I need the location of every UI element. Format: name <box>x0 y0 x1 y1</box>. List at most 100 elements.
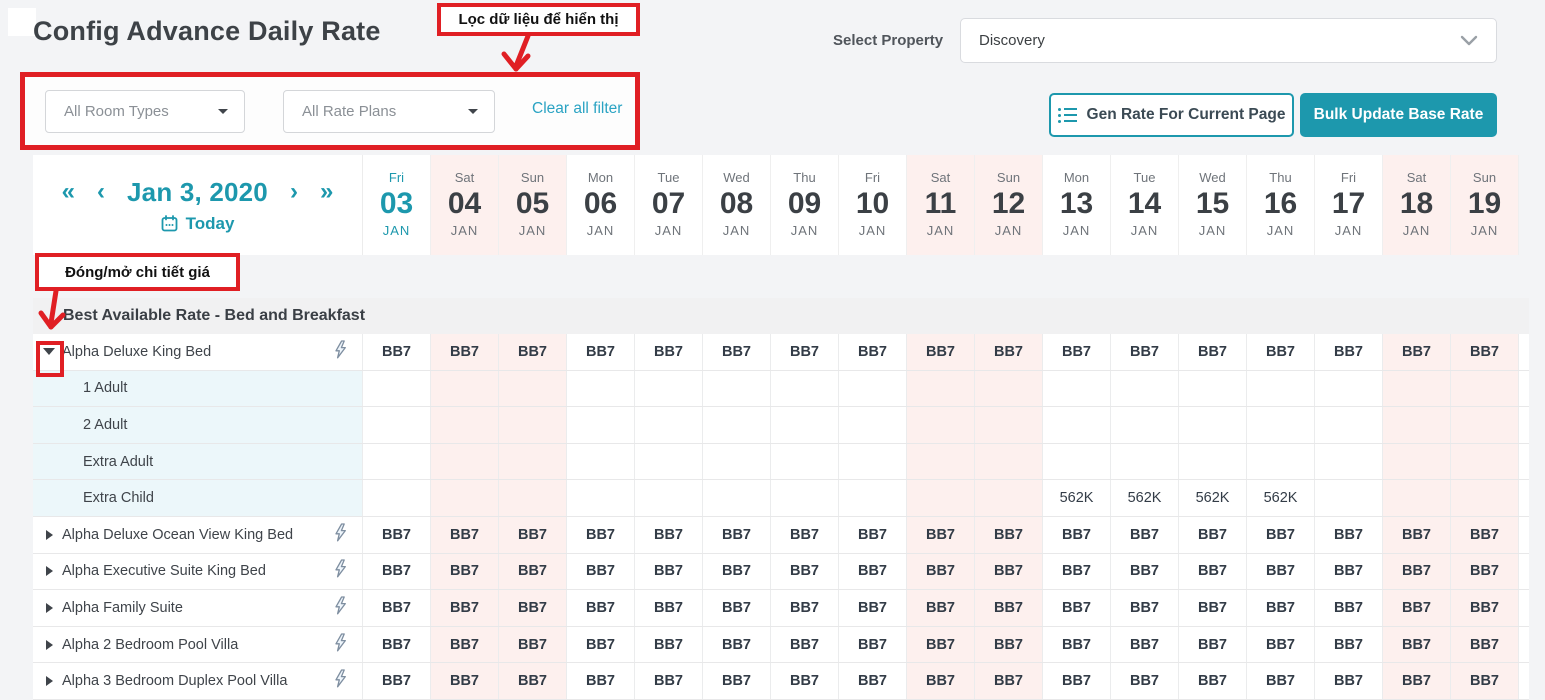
rate-cell[interactable]: BB7 <box>1043 627 1111 663</box>
rate-cell[interactable]: BB7 <box>567 334 635 370</box>
rate-cell[interactable]: BB7 <box>839 663 907 699</box>
rate-cell[interactable] <box>431 444 499 480</box>
rate-cell[interactable] <box>1043 371 1111 407</box>
rate-cell[interactable] <box>975 407 1043 443</box>
rate-cell[interactable]: BB7 <box>771 334 839 370</box>
lightning-icon[interactable] <box>334 669 347 693</box>
rate-cell[interactable]: BB7 <box>839 554 907 590</box>
rate-cell[interactable] <box>839 407 907 443</box>
rate-cell[interactable]: BB7 <box>1111 517 1179 553</box>
rate-cell[interactable]: BB7 <box>499 590 567 626</box>
rate-cell[interactable]: BB7 <box>1451 590 1519 626</box>
today-button[interactable]: Today <box>161 214 235 234</box>
expand-toggle-icon[interactable] <box>46 603 53 613</box>
rate-cell[interactable]: BB7 <box>907 517 975 553</box>
rate-cell[interactable]: BB7 <box>1383 627 1451 663</box>
rate-cell[interactable]: BB7 <box>499 663 567 699</box>
rate-cell[interactable]: BB7 <box>703 663 771 699</box>
rate-cell[interactable] <box>839 480 907 516</box>
rate-cell[interactable]: BB7 <box>1111 334 1179 370</box>
rate-cell[interactable] <box>1111 407 1179 443</box>
rate-cell[interactable]: BB7 <box>635 334 703 370</box>
rate-cell[interactable] <box>635 407 703 443</box>
rate-cell[interactable]: BB7 <box>635 663 703 699</box>
rate-cell[interactable] <box>1179 371 1247 407</box>
rate-cell[interactable] <box>363 407 431 443</box>
rate-cell[interactable] <box>1315 407 1383 443</box>
rate-cell[interactable]: 562K <box>1111 480 1179 516</box>
rate-cell[interactable]: BB7 <box>1451 554 1519 590</box>
rate-cell[interactable]: 562K <box>1043 480 1111 516</box>
rate-cell[interactable]: BB7 <box>363 627 431 663</box>
rate-cell[interactable]: BB7 <box>771 517 839 553</box>
rate-cell[interactable] <box>567 371 635 407</box>
rate-cell[interactable]: BB7 <box>839 517 907 553</box>
rate-cell[interactable]: BB7 <box>771 627 839 663</box>
rate-cell[interactable] <box>1043 444 1111 480</box>
prev-day-button[interactable]: ‹ <box>97 180 105 204</box>
rate-cell[interactable] <box>635 480 703 516</box>
rate-cell[interactable]: BB7 <box>1043 334 1111 370</box>
rate-cell[interactable]: BB7 <box>363 663 431 699</box>
rate-cell[interactable]: BB7 <box>975 554 1043 590</box>
rate-cell[interactable]: BB7 <box>1315 517 1383 553</box>
rate-cell[interactable]: BB7 <box>975 663 1043 699</box>
rate-cell[interactable]: BB7 <box>567 663 635 699</box>
rate-cell[interactable]: BB7 <box>703 334 771 370</box>
rate-cell[interactable]: BB7 <box>363 554 431 590</box>
lightning-icon[interactable] <box>334 523 347 547</box>
rate-cell[interactable]: BB7 <box>363 334 431 370</box>
rate-plans-dropdown[interactable]: All Rate Plans <box>283 90 495 133</box>
rate-cell[interactable]: BB7 <box>499 517 567 553</box>
rate-cell[interactable]: BB7 <box>703 590 771 626</box>
rate-cell[interactable] <box>499 371 567 407</box>
rate-cell[interactable]: BB7 <box>499 627 567 663</box>
rate-cell[interactable]: BB7 <box>1247 334 1315 370</box>
rate-cell[interactable] <box>975 371 1043 407</box>
rate-cell[interactable]: BB7 <box>1179 627 1247 663</box>
rate-cell[interactable]: BB7 <box>1451 517 1519 553</box>
rate-cell[interactable]: BB7 <box>771 663 839 699</box>
rate-cell[interactable]: BB7 <box>1179 554 1247 590</box>
rate-cell[interactable]: BB7 <box>1179 663 1247 699</box>
rate-cell[interactable] <box>567 407 635 443</box>
rate-cell[interactable] <box>1451 371 1519 407</box>
rate-cell[interactable]: BB7 <box>1043 554 1111 590</box>
rate-cell[interactable] <box>975 480 1043 516</box>
rate-cell[interactable]: BB7 <box>431 334 499 370</box>
rate-cell[interactable]: BB7 <box>1043 517 1111 553</box>
rate-cell[interactable] <box>635 444 703 480</box>
rate-cell[interactable] <box>703 444 771 480</box>
rate-cell[interactable]: BB7 <box>1179 517 1247 553</box>
rate-cell[interactable] <box>567 444 635 480</box>
rate-cell[interactable]: BB7 <box>1043 590 1111 626</box>
rate-cell[interactable]: BB7 <box>771 554 839 590</box>
rate-cell[interactable]: BB7 <box>1383 517 1451 553</box>
rate-cell[interactable]: BB7 <box>975 517 1043 553</box>
rate-cell[interactable] <box>499 480 567 516</box>
rate-cell[interactable]: BB7 <box>975 627 1043 663</box>
rate-cell[interactable]: BB7 <box>431 590 499 626</box>
rate-cell[interactable] <box>703 407 771 443</box>
rate-cell[interactable]: BB7 <box>567 554 635 590</box>
rate-cell[interactable] <box>363 444 431 480</box>
rate-cell[interactable]: BB7 <box>1247 627 1315 663</box>
rate-cell[interactable]: BB7 <box>1111 554 1179 590</box>
rate-cell[interactable] <box>1315 480 1383 516</box>
rate-cell[interactable] <box>1179 444 1247 480</box>
rate-cell[interactable]: BB7 <box>431 517 499 553</box>
rate-cell[interactable] <box>1315 371 1383 407</box>
bulk-update-button[interactable]: Bulk Update Base Rate <box>1300 93 1497 137</box>
rate-cell[interactable]: BB7 <box>907 590 975 626</box>
rate-cell[interactable]: BB7 <box>431 663 499 699</box>
rate-cell[interactable]: BB7 <box>1111 627 1179 663</box>
rate-cell[interactable]: BB7 <box>975 334 1043 370</box>
rate-cell[interactable] <box>839 444 907 480</box>
rate-cell[interactable]: BB7 <box>363 590 431 626</box>
rate-cell[interactable]: BB7 <box>1179 334 1247 370</box>
expand-toggle-icon[interactable] <box>46 566 53 576</box>
rate-cell[interactable]: BB7 <box>635 590 703 626</box>
rate-cell[interactable]: BB7 <box>1451 627 1519 663</box>
rate-cell[interactable] <box>431 407 499 443</box>
rate-cell[interactable]: BB7 <box>907 334 975 370</box>
